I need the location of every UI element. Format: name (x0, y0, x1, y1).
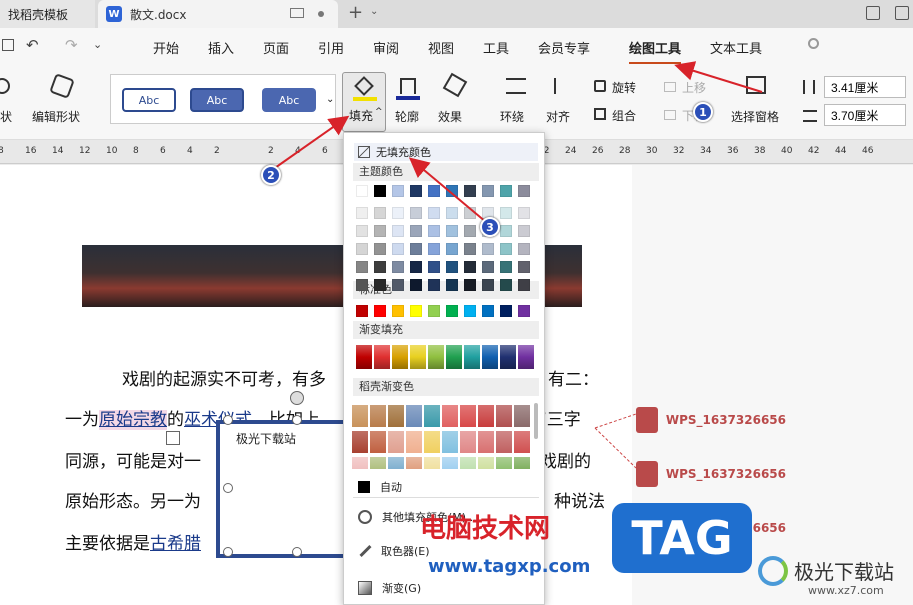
logo-swirl-icon (758, 556, 788, 586)
watermark-url: www.tagxp.com (428, 556, 591, 577)
comment-connector (594, 413, 637, 429)
watermark-tag-text: TAG (631, 511, 733, 565)
step-badge-1: 1 (693, 102, 713, 122)
step-badge-3: 3 (480, 217, 500, 237)
watermark-tag-logo: TAG (612, 503, 752, 573)
arrow-1 (674, 61, 763, 93)
step-badge-2: 2 (261, 165, 281, 185)
watermark-site: 电脑技术网 (420, 514, 551, 544)
watermark-logo-text: 极光下载站 (794, 560, 894, 584)
comment-connector (594, 427, 637, 469)
arrow-3 (408, 157, 487, 223)
arrow-2 (271, 115, 350, 171)
watermark-logo-url: www.xz7.com (808, 584, 884, 597)
